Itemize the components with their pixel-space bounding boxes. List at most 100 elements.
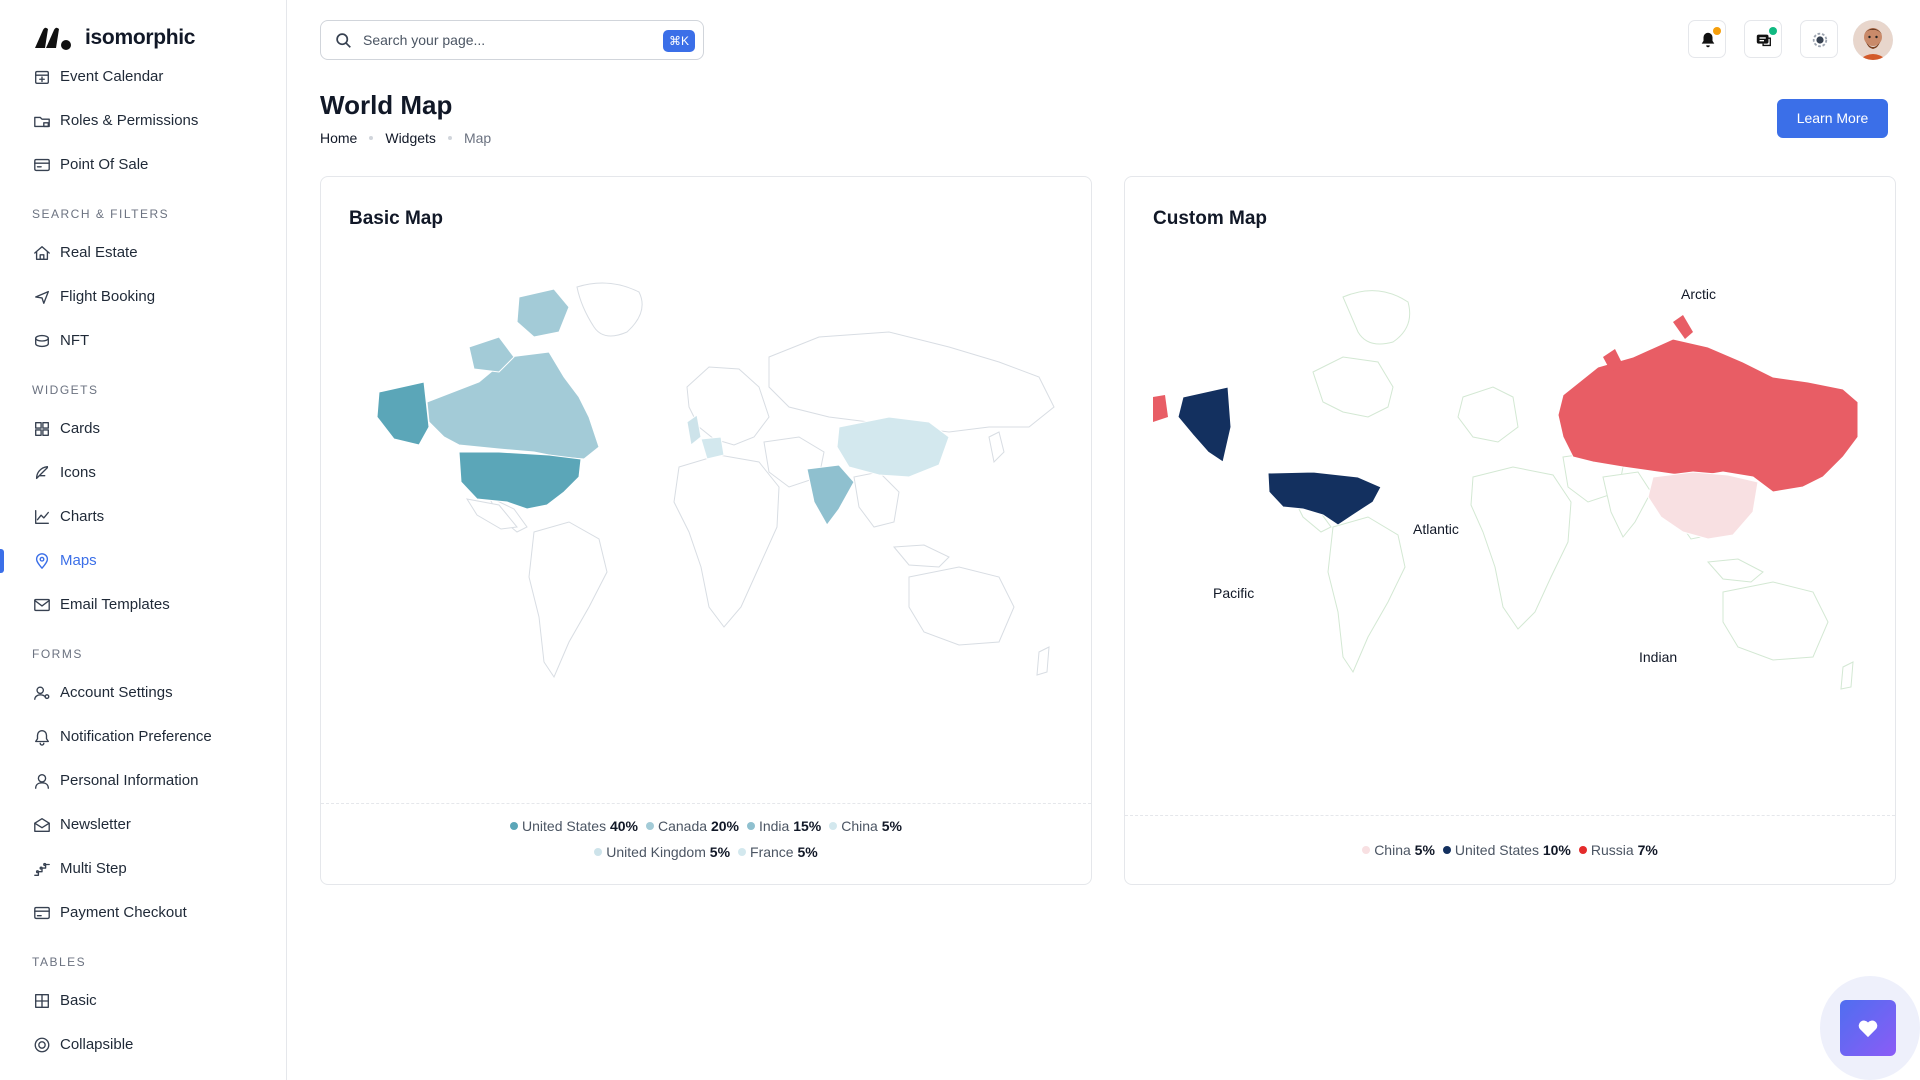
user-gear-icon [34, 686, 50, 700]
legend-dot [1442, 846, 1451, 855]
plane-icon [35, 290, 49, 304]
breadcrumb-widgets[interactable]: Widgets [385, 130, 436, 146]
legend-value: 20% [710, 818, 739, 834]
page-title: World Map [320, 90, 453, 120]
sidebar: isomorphic Event Calendar Roles & Permiss… [0, 0, 287, 1080]
legend-label: Canada [658, 818, 708, 834]
breadcrumb-current: Map [463, 130, 492, 146]
china-region [836, 416, 950, 478]
sidebar-item-nft[interactable]: NFT [0, 321, 286, 361]
learn-more-button[interactable]: Learn More [1777, 99, 1888, 138]
sidebar-item-label: Account Settings [60, 684, 173, 701]
logo-icon [35, 27, 71, 50]
sidebar-item-collapsible[interactable]: Collapsible [0, 1025, 286, 1065]
sidebar-item-maps[interactable]: Maps [0, 541, 286, 581]
russia-islands-region [1673, 315, 1693, 339]
messages-button[interactable] [1744, 20, 1782, 58]
sidebar-item-event-calendar[interactable]: Event Calendar [0, 57, 286, 97]
sidebar-item-payment-checkout[interactable]: Payment Checkout [0, 893, 286, 933]
notifications-button[interactable] [1688, 20, 1726, 58]
india-region [806, 464, 855, 526]
legend-item: Canada 20% [646, 813, 739, 839]
sidebar-item-email-templates[interactable]: Email Templates [0, 585, 286, 625]
envelope-open-icon [34, 818, 50, 832]
user-avatar[interactable] [1853, 20, 1893, 60]
sidebar-item-newsletter[interactable]: Newsletter [0, 805, 286, 845]
table-icon [35, 994, 49, 1008]
legend-item: China 5% [829, 813, 902, 839]
sidebar-section-heading: SEARCH & FILTERS [32, 207, 170, 221]
app-logo[interactable]: isomorphic [33, 24, 195, 52]
sidebar-item-personal-information[interactable]: Personal Information [0, 761, 286, 801]
heart-icon [1858, 1020, 1878, 1038]
legend-item: India 15% [746, 813, 821, 839]
sidebar-item-flight-booking[interactable]: Flight Booking [0, 277, 286, 317]
favorite-fab-button[interactable] [1840, 1000, 1896, 1056]
sidebar-item-label: Email Templates [60, 596, 170, 613]
legend-label: China [841, 818, 878, 834]
settings-button[interactable] [1800, 20, 1838, 58]
grid-icon [35, 422, 49, 436]
sidebar-item-account-settings[interactable]: Account Settings [0, 673, 286, 713]
legend-item: United States 40% [510, 813, 638, 839]
sidebar-item-label: Maps [60, 552, 97, 569]
custom-map-title: Custom Map [1153, 208, 1267, 229]
sidebar-item-label: Roles & Permissions [60, 112, 199, 129]
sidebar-item-real-estate[interactable]: Real Estate [0, 233, 286, 273]
sidebar-item-charts[interactable]: Charts [0, 497, 286, 537]
sidebar-item-point-of-sale[interactable]: Point Of Sale [0, 145, 286, 185]
legend-label: United States [1454, 842, 1539, 858]
pos-icon [34, 158, 50, 172]
legend-dot [594, 848, 603, 857]
sidebar-item-cards[interactable]: Cards [0, 409, 286, 449]
sidebar-item-icons[interactable]: Icons [0, 453, 286, 493]
feather-icon [35, 466, 49, 480]
chart-icon [35, 510, 49, 524]
sidebar-item-roles-permissions[interactable]: Roles & Permissions [0, 101, 286, 141]
russia-east-edge-region [1153, 395, 1168, 422]
coins-icon [35, 334, 49, 348]
user-icon [35, 774, 49, 789]
basic-map-legend: United States 40% Canada 20% India 15% Chin… [321, 813, 1091, 865]
ocean-label-arctic: Arctic [1681, 286, 1716, 302]
china-custom-region [1647, 471, 1759, 540]
sidebar-section-heading: TABLES [32, 955, 87, 969]
custom-map-card: Custom Map Arctic Atlantic Pacific India… [1124, 176, 1896, 885]
sidebar-item-label: Basic [60, 992, 97, 1009]
sidebar-item-label: Personal Information [60, 772, 199, 789]
legend-item: United Kingdom 5% [594, 839, 730, 865]
sidebar-item-basic[interactable]: Basic [0, 981, 286, 1021]
legend-dot [829, 822, 838, 831]
legend-label: France [750, 844, 794, 860]
sidebar-item-label: Collapsible [60, 1036, 134, 1053]
legend-value: 5% [881, 818, 902, 834]
sidebar-item-notification-preference[interactable]: Notification Preference [0, 717, 286, 757]
sidebar-item-label: Payment Checkout [60, 904, 187, 921]
legend-dot [738, 848, 747, 857]
breadcrumb-home[interactable]: Home [320, 130, 357, 146]
message-dot [1769, 27, 1777, 35]
sidebar-item-label: NFT [60, 332, 90, 349]
sidebar-item-label: Multi Step [60, 860, 127, 877]
sidebar-item-label: Newsletter [60, 816, 131, 833]
sidebar-item-label: Notification Preference [60, 728, 212, 745]
calendar-icon [35, 70, 49, 84]
legend-label: China [1374, 842, 1411, 858]
app-name: isomorphic [85, 26, 196, 49]
basic-map-title: Basic Map [349, 208, 443, 229]
sidebar-item-multi-step[interactable]: Multi Step [0, 849, 286, 889]
bell-icon [35, 730, 49, 746]
france-region [700, 436, 725, 460]
ocean-label-indian: Indian [1639, 649, 1678, 665]
legend-value: 5% [797, 844, 818, 860]
legend-label: Russia [1590, 842, 1634, 858]
search-icon [336, 33, 351, 48]
legend-dot [646, 822, 654, 831]
ocean-label-pacific: Pacific [1213, 585, 1255, 601]
map-pin-icon [35, 553, 49, 569]
sidebar-item-label: Cards [60, 420, 101, 437]
breadcrumb-separator [447, 136, 452, 140]
search-bar[interactable]: Search your page... ⌘K [320, 20, 704, 60]
search-placeholder: Search your page... [363, 32, 486, 48]
alaska-region [376, 381, 430, 446]
